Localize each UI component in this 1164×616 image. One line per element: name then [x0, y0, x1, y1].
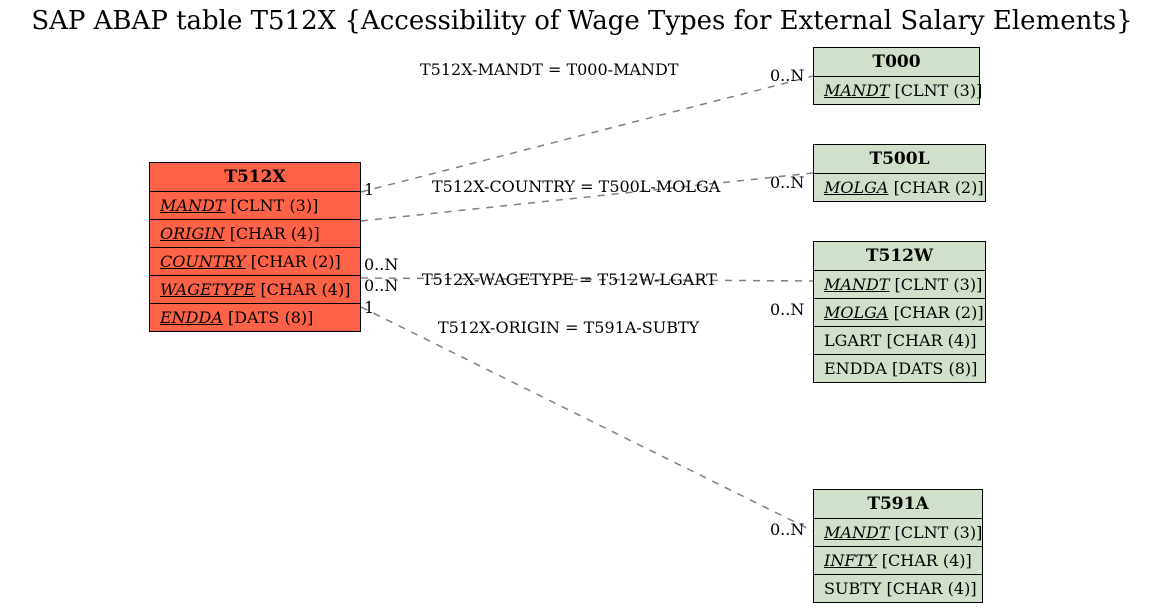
- table-field: WAGETYPE [CHAR (4)]: [150, 276, 360, 304]
- relation-label: T512X-WAGETYPE = T512W-LGART: [422, 270, 717, 289]
- table-t500l: T500L MOLGA [CHAR (2)]: [813, 144, 986, 202]
- cardinality-label: 0..N: [364, 255, 398, 274]
- table-t591a: T591A MANDT [CLNT (3)] INFTY [CHAR (4)] …: [813, 489, 983, 603]
- cardinality-label: 0..N: [770, 520, 804, 539]
- cardinality-label: 0..N: [770, 66, 804, 85]
- table-field: MOLGA [CHAR (2)]: [814, 174, 985, 201]
- table-field: SUBTY [CHAR (4)]: [814, 575, 982, 602]
- diagram-canvas: SAP ABAP table T512X {Accessibility of W…: [0, 0, 1164, 616]
- table-t512w: T512W MANDT [CLNT (3)] MOLGA [CHAR (2)] …: [813, 241, 986, 383]
- table-t000: T000 MANDT [CLNT (3)]: [813, 47, 980, 105]
- cardinality-label: 1: [364, 298, 374, 317]
- table-header: T591A: [814, 490, 982, 519]
- cardinality-label: 1: [364, 180, 374, 199]
- table-header: T512X: [150, 163, 360, 192]
- relation-label: T512X-MANDT = T000-MANDT: [420, 60, 679, 79]
- diagram-title: SAP ABAP table T512X {Accessibility of W…: [0, 6, 1164, 36]
- table-field: MANDT [CLNT (3)]: [814, 77, 979, 104]
- relation-label: T512X-COUNTRY = T500L-MOLGA: [432, 177, 720, 196]
- table-field: LGART [CHAR (4)]: [814, 327, 985, 355]
- table-field: COUNTRY [CHAR (2)]: [150, 248, 360, 276]
- cardinality-label: 0..N: [770, 300, 804, 319]
- table-header: T500L: [814, 145, 985, 174]
- cardinality-label: 0..N: [364, 276, 398, 295]
- table-field: ORIGIN [CHAR (4)]: [150, 220, 360, 248]
- table-t512x: T512X MANDT [CLNT (3)] ORIGIN [CHAR (4)]…: [149, 162, 361, 332]
- table-field: MANDT [CLNT (3)]: [814, 271, 985, 299]
- table-header: T000: [814, 48, 979, 77]
- table-field: INFTY [CHAR (4)]: [814, 547, 982, 575]
- relation-label: T512X-ORIGIN = T591A-SUBTY: [438, 318, 699, 337]
- table-field: ENDDA [DATS (8)]: [814, 355, 985, 382]
- table-field: ENDDA [DATS (8)]: [150, 304, 360, 331]
- cardinality-label: 0..N: [770, 173, 804, 192]
- table-field: MANDT [CLNT (3)]: [150, 192, 360, 220]
- table-header: T512W: [814, 242, 985, 271]
- table-field: MANDT [CLNT (3)]: [814, 519, 982, 547]
- table-field: MOLGA [CHAR (2)]: [814, 299, 985, 327]
